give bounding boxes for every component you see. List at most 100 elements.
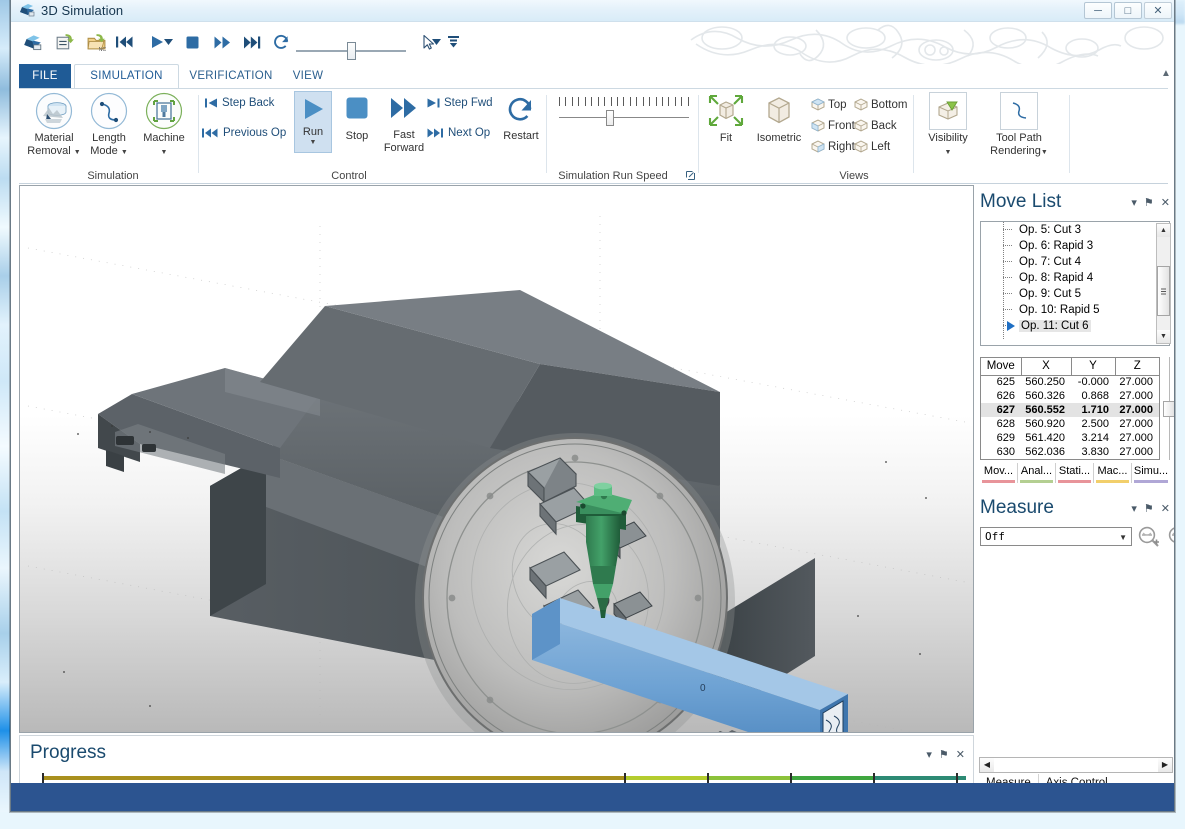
scroll-thumb[interactable] (1157, 266, 1170, 316)
table-row[interactable]: 625 560.250 -0.000 27.000 (981, 375, 1159, 389)
length-mode-button[interactable]: Length Mode ▼ (82, 92, 136, 159)
move-list-tree[interactable]: Op. 5: Cut 3 Op. 6: Rapid 3 Op. 7: Cut 4… (980, 221, 1170, 346)
tab-statistics[interactable]: Stati... (1056, 463, 1094, 483)
chevron-down-icon[interactable]: ▼ (74, 149, 81, 156)
dock-horizontal-scrollbar[interactable]: ◀ ▶ (979, 757, 1173, 773)
chevron-down-icon[interactable]: ▼ (121, 149, 128, 156)
tab-move[interactable]: Mov... (980, 463, 1018, 483)
next-op-button[interactable]: Next Op (427, 127, 490, 139)
pane-pin-icon[interactable]: ⚑ (1144, 502, 1154, 515)
measure-remove-button[interactable] (1167, 525, 1174, 549)
tab-simulation[interactable]: SIMULATION (74, 64, 179, 89)
maximize-button[interactable]: □ (1114, 2, 1142, 19)
list-item[interactable]: Op. 7: Cut 4 (981, 254, 1169, 270)
qat-next-op-button[interactable] (237, 27, 267, 57)
list-item[interactable]: Op. 10: Rapid 5 (981, 302, 1169, 318)
table-row[interactable]: 630 562.036 3.830 27.000 (981, 445, 1159, 459)
table-row-selected[interactable]: 627 560.552 1.710 27.000 (981, 403, 1159, 417)
chevron-down-icon[interactable]: ▼ (1041, 149, 1048, 156)
fast-forward-button[interactable]: Fast Forward (380, 91, 428, 154)
material-removal-button[interactable]: Material Removal ▼ (27, 92, 81, 159)
machine-button[interactable]: Machine ▼ (137, 92, 191, 159)
move-table[interactable]: Move X Y Z 625 560.250 -0.000 27.000 626… (980, 357, 1160, 460)
move-table-scrollbar[interactable] (1163, 357, 1174, 460)
speed-slider-thumb[interactable] (606, 110, 614, 126)
chevron-down-icon[interactable]: ▼ (945, 149, 952, 156)
qat-customize-button[interactable] (445, 27, 461, 57)
view-front-button[interactable]: Front (811, 119, 855, 132)
fit-view-button[interactable]: Fit (699, 92, 753, 145)
pane-pin-icon[interactable]: ⚑ (939, 748, 949, 761)
tab-simulation-pane[interactable]: Simu... (1132, 463, 1170, 483)
machine-model-render[interactable]: 0 (20, 186, 973, 732)
table-row[interactable]: 628 560.920 2.500 27.000 (981, 417, 1159, 431)
qat-rewind-button[interactable] (109, 27, 139, 57)
pane-menu-icon[interactable]: ▾ (1131, 196, 1137, 209)
list-item[interactable]: Op. 9: Cut 5 (981, 286, 1169, 302)
view-back-button[interactable]: Back (854, 119, 897, 132)
measure-add-button[interactable] (1137, 525, 1161, 549)
view-top-button[interactable]: Top (811, 98, 847, 111)
pane-close-icon[interactable]: ✕ (956, 748, 965, 761)
open-nc-file-icon: NC (87, 33, 106, 52)
qat-play-dropdown-button[interactable] (161, 27, 175, 57)
run-button[interactable]: Run ▼ (294, 91, 332, 153)
col-header-move[interactable]: Move (981, 358, 1022, 376)
qat-zoom-slider-thumb[interactable] (347, 42, 356, 60)
fast-forward-label-line2: Forward (383, 141, 425, 154)
isometric-view-button[interactable]: Isometric (747, 92, 811, 145)
view-left-button[interactable]: Left (854, 140, 890, 153)
tab-machine[interactable]: Mac... (1094, 463, 1132, 483)
previous-op-button[interactable]: Previous Op (202, 127, 286, 139)
list-item[interactable]: Op. 5: Cut 3 (981, 222, 1169, 238)
view-right-button[interactable]: Right (811, 140, 855, 153)
3d-viewport[interactable]: 0 (19, 185, 974, 733)
qat-select-dropdown-button[interactable] (429, 27, 443, 57)
tab-verification[interactable]: VERIFICATION (181, 64, 281, 88)
chevron-down-icon[interactable]: ▼ (161, 149, 168, 156)
qat-restart-button[interactable] (266, 27, 296, 57)
pane-close-icon[interactable]: ✕ (1161, 196, 1170, 209)
col-header-x[interactable]: X (1021, 358, 1072, 376)
qat-stop-button[interactable] (177, 27, 207, 57)
list-item[interactable]: Op. 8: Rapid 4 (981, 270, 1169, 286)
pane-pin-icon[interactable]: ⚑ (1144, 196, 1154, 209)
tab-view[interactable]: VIEW (283, 64, 333, 88)
pane-menu-icon[interactable]: ▾ (926, 748, 932, 761)
move-list-scrollbar[interactable]: ▲ ▼ (1156, 223, 1171, 344)
qat-app-menu-button[interactable] (17, 27, 47, 57)
qat-open-project-button[interactable] (49, 27, 79, 57)
scroll-left-icon[interactable]: ◀ (980, 758, 994, 772)
scroll-up-icon[interactable]: ▲ (1157, 224, 1170, 237)
list-item-current[interactable]: Op. 11: Cut 6 (981, 318, 1169, 334)
qat-fast-forward-button[interactable] (207, 27, 237, 57)
pane-close-icon[interactable]: ✕ (1161, 502, 1170, 515)
scroll-down-icon[interactable]: ▼ (1157, 330, 1170, 343)
close-button[interactable]: ✕ (1144, 2, 1172, 19)
table-row[interactable]: 629 561.420 3.214 27.000 (981, 431, 1159, 445)
visibility-button[interactable]: Visibility ▼ (919, 92, 977, 159)
scroll-thumb[interactable] (1163, 401, 1174, 417)
dialog-launcher-icon[interactable] (686, 171, 695, 182)
toolpath-rendering-button[interactable]: Tool Path Rendering▼ (980, 92, 1058, 159)
col-header-y[interactable]: Y (1071, 358, 1116, 376)
tab-file[interactable]: FILE (19, 64, 71, 88)
list-item[interactable]: Op. 6: Rapid 3 (981, 238, 1169, 254)
chevron-down-icon[interactable]: ▼ (1119, 533, 1127, 542)
qat-open-nc-file-button[interactable]: NC (81, 27, 111, 57)
table-row[interactable]: 626 560.326 0.868 27.000 (981, 389, 1159, 403)
run-dropdown-icon[interactable]: ▼ (295, 139, 331, 146)
tab-analysis[interactable]: Anal... (1018, 463, 1056, 483)
stop-button[interactable]: Stop (338, 91, 376, 143)
scroll-right-icon[interactable]: ▶ (1158, 758, 1172, 772)
pane-menu-icon[interactable]: ▾ (1131, 502, 1137, 515)
measure-mode-combobox[interactable]: Off ▼ (980, 527, 1132, 546)
step-back-button[interactable]: Step Back (205, 97, 274, 109)
minimize-button[interactable]: ─ (1084, 2, 1112, 19)
step-fwd-button[interactable]: Step Fwd (427, 97, 493, 109)
restart-button[interactable]: Restart (498, 91, 544, 143)
progress-bar[interactable] (42, 776, 966, 780)
view-bottom-button[interactable]: Bottom (854, 98, 907, 111)
speed-slider-track[interactable] (559, 117, 689, 118)
col-header-z[interactable]: Z (1115, 358, 1159, 376)
